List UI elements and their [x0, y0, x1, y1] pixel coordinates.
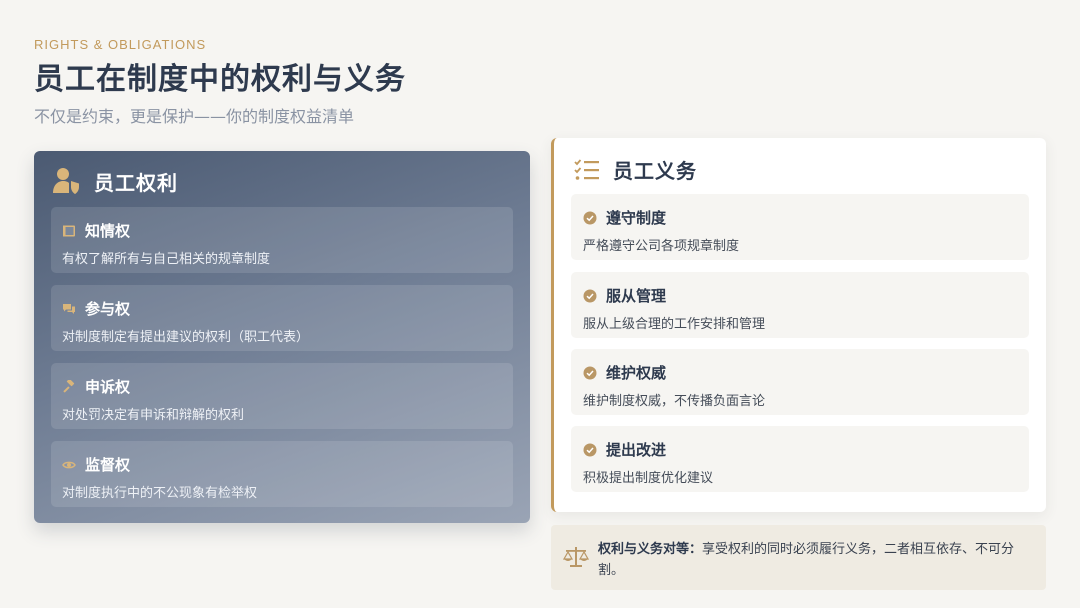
gavel-icon	[63, 379, 75, 393]
obligation-item-name: 维护权威	[606, 364, 667, 382]
eye-icon	[62, 461, 76, 468]
obligations-header: 员工义务	[574, 155, 697, 184]
obligation-item-desc: 服从上级合理的工作安排和管理	[583, 317, 766, 332]
comments-icon	[63, 303, 75, 314]
note-text-block: 权利与义务对等：享受权利的同时必须履行义务，二者相互依存、不可分割。	[598, 539, 1032, 581]
note-label: 权利与义务对等：	[598, 542, 703, 557]
page-subtitle: 不仅是约束，更是保护——你的制度权益清单	[34, 107, 355, 126]
check-circle-icon	[583, 211, 597, 224]
obligation-item-name: 提出改进	[606, 441, 667, 459]
obligation-item-desc: 维护制度权威，不传播负面言论	[583, 394, 766, 409]
right-item-name: 申诉权	[85, 378, 131, 396]
right-item-appeal: 申诉权 对处罚决定有申诉和辩解的权利	[51, 363, 513, 429]
rights-title: 员工权利	[94, 170, 178, 195]
right-item-supervision: 监督权 对制度执行中的不公现象有检举权	[51, 441, 513, 507]
check-circle-icon	[583, 443, 597, 456]
rights-header: 员工权利	[52, 166, 178, 196]
obligation-item-desc: 严格遵守公司各项规章制度	[583, 239, 740, 254]
obligation-item-authority: 维护权威 维护制度权威，不传播负面言论	[571, 349, 1029, 415]
obligation-item-desc: 积极提出制度优化建议	[583, 471, 714, 486]
obligation-item-improve: 提出改进 积极提出制度优化建议	[571, 426, 1029, 492]
balance-note: 权利与义务对等：享受权利的同时必须履行义务，二者相互依存、不可分割。	[551, 525, 1046, 590]
obligations-card: 员工义务 遵守制度 严格遵守公司各项规章制度 服从管理 服从上级合理的工作安排和…	[551, 138, 1046, 512]
check-circle-icon	[583, 289, 597, 302]
obligation-item-comply: 遵守制度 严格遵守公司各项规章制度	[571, 194, 1029, 260]
obligations-title: 员工义务	[613, 159, 697, 183]
rights-card: 员工权利 知情权 有权了解所有与自己相关的规章制度 参与权 对制度制定有提出建议…	[34, 151, 530, 523]
right-item-name: 监督权	[85, 456, 131, 474]
right-item-desc: 有权了解所有与自己相关的规章制度	[62, 252, 271, 267]
right-item-desc: 对制度制定有提出建议的权利（职工代表）	[62, 330, 310, 345]
obligation-item-name: 遵守制度	[606, 209, 667, 227]
right-item-desc: 对制度执行中的不公现象有检举权	[62, 486, 258, 501]
right-item-name: 参与权	[85, 300, 131, 318]
obligation-item-obey: 服从管理 服从上级合理的工作安排和管理	[571, 272, 1029, 338]
book-icon	[63, 225, 75, 236]
list-check-icon	[574, 158, 599, 180]
right-item-name: 知情权	[85, 222, 131, 240]
page-title: 员工在制度中的权利与义务	[34, 62, 406, 97]
eyebrow-label: RIGHTS & OBLIGATIONS	[34, 37, 207, 52]
balance-scale-icon	[563, 547, 589, 567]
user-shield-icon	[53, 168, 79, 194]
right-item-participation: 参与权 对制度制定有提出建议的权利（职工代表）	[51, 285, 513, 351]
check-circle-icon	[583, 366, 597, 379]
obligation-item-name: 服从管理	[606, 287, 667, 305]
right-item-info: 知情权 有权了解所有与自己相关的规章制度	[51, 207, 513, 273]
right-item-desc: 对处罚决定有申诉和辩解的权利	[62, 408, 245, 423]
